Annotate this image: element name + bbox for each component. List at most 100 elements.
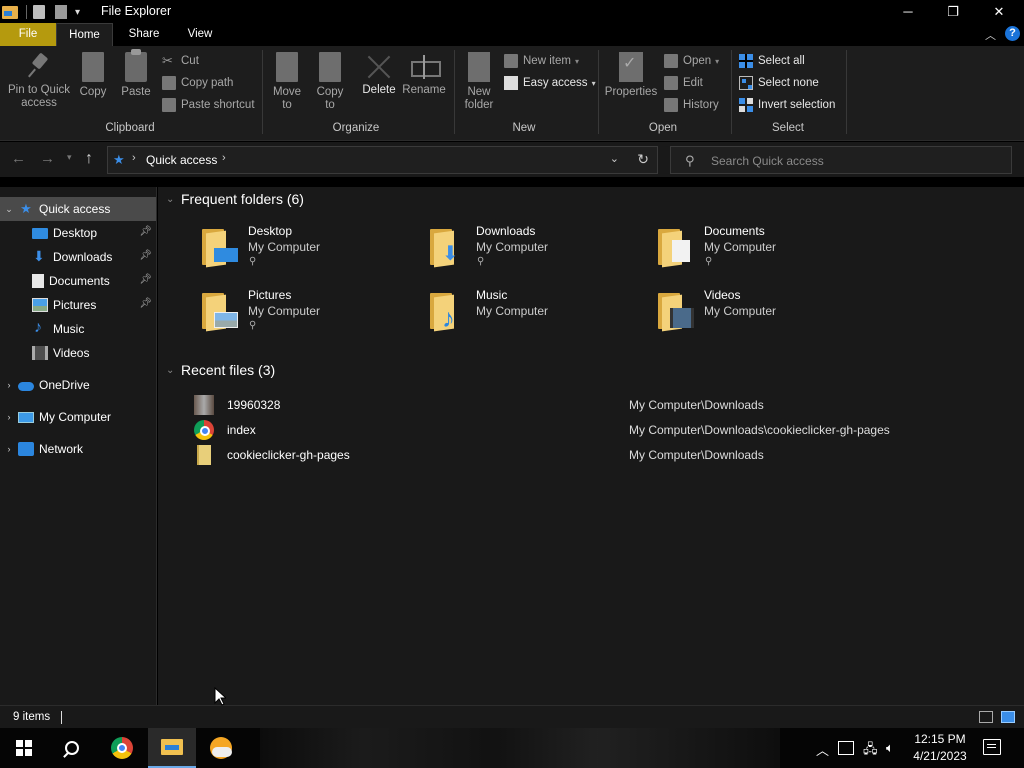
maximize-button[interactable]: ❐ <box>930 0 976 23</box>
properties-icon[interactable] <box>33 5 45 19</box>
folder-tile-downloads[interactable]: ⬇ Downloads My Computer ⚲ <box>428 224 648 276</box>
collapse-chevron-icon[interactable]: ⌄ <box>166 365 181 376</box>
taskbar-search-button[interactable] <box>48 728 96 768</box>
copy-to-button[interactable]: Copy to <box>311 52 349 112</box>
customize-qat-chevron-icon[interactable]: ▾ <box>75 7 80 18</box>
refresh-icon[interactable]: ↻ <box>637 151 649 168</box>
breadcrumb-chevron-icon[interactable]: › <box>222 152 226 164</box>
delete-button[interactable]: Delete <box>357 52 401 97</box>
close-button[interactable]: ✕ <box>976 0 1022 23</box>
address-bar[interactable]: ★ › Quick access › ⌄ ↻ <box>107 146 658 174</box>
paste-shortcut-button[interactable]: Paste shortcut <box>162 96 255 114</box>
properties-button[interactable]: Properties <box>603 52 659 99</box>
clock-time: 12:15 PM <box>914 732 966 746</box>
recent-files-header[interactable]: ⌄ Recent files (3) <box>166 362 275 378</box>
edit-button[interactable]: Edit <box>664 74 703 92</box>
search-box[interactable]: ⚲ Search Quick access <box>670 146 1012 174</box>
forward-arrow-icon[interactable]: → <box>40 150 55 167</box>
copy-icon <box>77 52 104 86</box>
easy-access-button[interactable]: Easy access ▾ <box>504 74 596 92</box>
tab-file[interactable]: File <box>0 23 56 46</box>
recent-file-row[interactable]: cookieclicker-gh-pages My Computer\Downl… <box>192 444 992 466</box>
copy-path-button[interactable]: Copy path <box>162 74 233 92</box>
rename-icon <box>409 52 441 80</box>
folder-location: My Computer <box>704 240 777 254</box>
folder-tile-videos[interactable]: Videos My Computer <box>656 288 876 340</box>
clock[interactable]: 12:15 PM 4/21/2023 <box>906 731 974 765</box>
taskbar-weather[interactable] <box>197 728 245 768</box>
nav-item-videos[interactable]: Videos <box>0 341 156 365</box>
taskbar-chrome[interactable] <box>98 728 146 768</box>
volume-icon[interactable]: 🔈︎ <box>886 740 894 756</box>
nav-onedrive[interactable]: › OneDrive <box>0 373 156 397</box>
show-hidden-icons-chevron-icon[interactable]: ︿ <box>816 740 829 759</box>
help-icon[interactable]: ? <box>1005 26 1020 41</box>
large-icons-view-icon[interactable] <box>1001 711 1015 723</box>
details-view-icon[interactable] <box>979 711 993 723</box>
expand-chevron-icon[interactable]: › <box>0 444 18 454</box>
expand-chevron-icon[interactable]: › <box>0 380 18 390</box>
nav-item-downloads[interactable]: Downloads 📌︎ <box>0 245 156 269</box>
start-button[interactable] <box>0 728 48 768</box>
folder-tile-desktop[interactable]: Desktop My Computer ⚲ <box>200 224 420 276</box>
tab-share[interactable]: Share <box>116 23 172 46</box>
paste-button[interactable]: Paste <box>118 49 154 99</box>
frequent-folders-header[interactable]: ⌄ Frequent folders (6) <box>166 191 304 207</box>
address-history-chevron-icon[interactable]: ⌄ <box>610 152 619 165</box>
nav-network[interactable]: › Network <box>0 437 156 461</box>
copy-button[interactable]: Copy <box>76 52 110 99</box>
cut-button[interactable]: ✂ Cut <box>162 52 199 70</box>
new-folder-button[interactable]: New folder <box>460 52 498 112</box>
new-folder-icon[interactable] <box>55 5 67 19</box>
recent-locations-chevron-icon[interactable]: ▾ <box>67 152 72 163</box>
breadcrumb-chevron-icon[interactable]: › <box>132 152 136 164</box>
pin-label: Pin to Quick access <box>8 84 70 109</box>
new-item-button[interactable]: New item ▾ <box>504 52 579 70</box>
nav-item-desktop[interactable]: Desktop 📌︎ <box>0 221 156 245</box>
defender-icon[interactable] <box>838 741 854 755</box>
title-bar: ▾ File Explorer ─ ❐ ✕ <box>0 0 1024 23</box>
select-group-label: Select <box>772 122 804 134</box>
breadcrumb-quick-access[interactable]: Quick access <box>146 153 217 167</box>
nav-item-documents[interactable]: Documents 📌︎ <box>0 269 156 293</box>
select-none-icon <box>739 76 753 90</box>
expand-chevron-icon[interactable]: ⌄ <box>0 204 18 215</box>
item-count: 9 items <box>13 711 51 723</box>
recent-file-row[interactable]: 19960328 My Computer\Downloads <box>192 394 992 416</box>
tab-view[interactable]: View <box>174 23 226 46</box>
up-arrow-icon[interactable]: ↑ <box>85 150 93 168</box>
videos-folder-icon <box>656 290 698 332</box>
open-button[interactable]: Open ▾ <box>664 52 719 70</box>
select-none-button[interactable]: Select none <box>739 74 819 92</box>
downloads-icon <box>32 248 48 265</box>
move-to-button[interactable]: Move to <box>268 52 306 112</box>
notification-center-icon[interactable] <box>983 739 1001 755</box>
minimize-button[interactable]: ─ <box>885 0 931 23</box>
tab-home[interactable]: Home <box>56 23 113 46</box>
folder-tile-music[interactable]: ♪ Music My Computer <box>428 288 648 340</box>
taskbar-file-explorer[interactable] <box>148 728 196 768</box>
paste-shortcut-icon <box>162 98 176 112</box>
invert-selection-button[interactable]: Invert selection <box>739 96 835 114</box>
collapse-ribbon-chevron-icon[interactable]: ︿ <box>985 27 996 43</box>
history-button[interactable]: History <box>664 96 719 114</box>
select-all-button[interactable]: Select all <box>739 52 805 70</box>
pin-to-quick-access-button[interactable]: Pin to Quick access <box>6 52 72 110</box>
expand-chevron-icon[interactable]: › <box>0 412 18 422</box>
folder-name: Pictures <box>248 288 292 302</box>
nav-item-pictures[interactable]: Pictures 📌︎ <box>0 293 156 317</box>
back-arrow-icon[interactable]: ← <box>11 150 26 167</box>
qat-separator <box>26 5 27 19</box>
nav-quick-access[interactable]: ⌄ ★ Quick access <box>0 197 156 221</box>
collapse-chevron-icon[interactable]: ⌄ <box>166 194 181 205</box>
copy-path-icon <box>162 76 176 90</box>
folder-name: Desktop <box>248 224 293 238</box>
folder-tile-pictures[interactable]: Pictures My Computer ⚲ <box>200 288 420 340</box>
open-label: Open <box>683 55 712 67</box>
rename-button[interactable]: Rename <box>401 52 447 97</box>
folder-tile-documents[interactable]: Documents My Computer ⚲ <box>656 224 876 276</box>
recent-file-row[interactable]: index My Computer\Downloads\cookieclicke… <box>192 419 992 441</box>
nav-item-music[interactable]: Music <box>0 317 156 341</box>
network-icon[interactable]: 🖧︎ <box>863 740 878 762</box>
nav-my-computer[interactable]: › My Computer <box>0 405 156 429</box>
